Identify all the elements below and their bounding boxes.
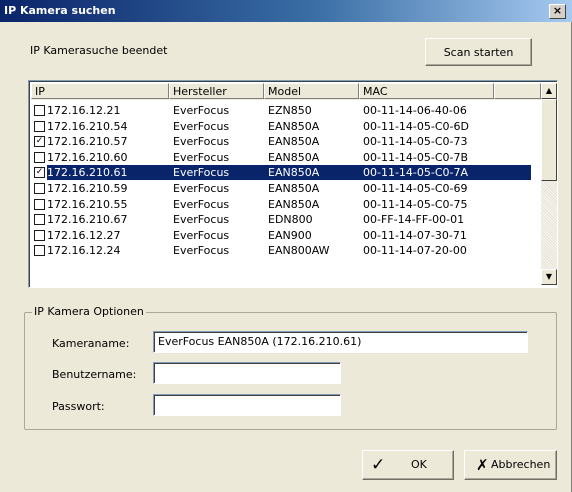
column-header-spacer xyxy=(494,83,541,99)
camera-name-label: Kameraname: xyxy=(52,337,130,350)
cell-vendor: EverFocus xyxy=(173,228,230,242)
close-button[interactable]: × xyxy=(549,4,566,19)
checkbox-check-icon: ✓ xyxy=(35,136,44,147)
cell-model: EDN800 xyxy=(268,213,313,227)
cell-mac: 00-FF-14-FF-00-01 xyxy=(363,213,465,227)
arrow-down-icon: ▼ xyxy=(545,272,553,281)
scroll-down-button[interactable]: ▼ xyxy=(541,269,557,285)
column-header-model[interactable]: Model xyxy=(264,83,359,99)
cell-vendor: EverFocus xyxy=(173,135,230,149)
cell-mac: 00-11-14-07-30-71 xyxy=(363,228,467,242)
cell-ip: 172.16.210.57 xyxy=(47,135,128,149)
cell-mac: 00-11-14-05-C0-75 xyxy=(363,197,468,211)
cell-model: EAN850A xyxy=(268,150,320,164)
cell-vendor: EverFocus xyxy=(173,197,230,211)
scroll-up-button[interactable]: ▲ xyxy=(541,83,557,99)
cell-mac: 00-11-14-05-C0-7B xyxy=(363,150,469,164)
table-row[interactable]: 172.16.12.27 EverFocus EAN900 00-11-14-07-3… xyxy=(31,228,541,243)
row-checkbox[interactable] xyxy=(34,214,45,226)
cell-model: EAN850A xyxy=(268,135,320,149)
checkbox-check-icon: ✓ xyxy=(35,167,44,178)
cell-model: EAN800AW xyxy=(268,244,330,258)
cell-vendor: EverFocus xyxy=(173,104,230,117)
cell-ip: 172.16.210.55 xyxy=(47,197,128,211)
row-checkbox[interactable]: ✓ xyxy=(34,167,45,179)
cell-model: EAN850A xyxy=(268,197,320,211)
table-row[interactable]: ✓ 172.16.210.57 EverFocus EAN850A 00-11-14-0… xyxy=(31,134,541,149)
cell-model: EAN850A xyxy=(268,166,320,180)
row-checkbox[interactable]: ✓ xyxy=(34,136,45,148)
ok-button-label: OK xyxy=(411,458,427,471)
camera-options-label: IP Kamera Optionen xyxy=(32,305,146,318)
row-checkbox[interactable] xyxy=(34,198,45,210)
table-row[interactable]: 172.16.210.55 EverFocus EAN850A 00-11-14-05… xyxy=(31,197,541,212)
cell-ip: 172.16.12.27 xyxy=(47,228,121,242)
cell-ip: 172.16.210.67 xyxy=(47,213,128,227)
x-icon: ✗ xyxy=(476,456,489,474)
cell-mac: 00-11-14-07-20-00 xyxy=(363,244,467,258)
cell-ip: 172.16.12.24 xyxy=(47,244,121,258)
cell-model: EZN850 xyxy=(268,104,312,117)
dialog-window: IP Kamera suchen × IP Kamerasuche beende… xyxy=(0,0,572,492)
cell-mac: 00-11-14-06-40-06 xyxy=(363,104,467,117)
cell-mac: 00-11-14-05-C0-7A xyxy=(363,166,469,180)
table-row[interactable]: 172.16.210.60 EverFocus EAN850A 00-11-14-05… xyxy=(31,150,541,165)
row-checkbox[interactable] xyxy=(34,105,45,116)
cell-vendor: EverFocus xyxy=(173,182,230,195)
table-row[interactable]: 172.16.12.21 EverFocus EZN850 00-11-14-06-4… xyxy=(31,103,541,118)
cell-model: EAN850A xyxy=(268,119,320,133)
cell-mac: 00-11-14-05-C0-6D xyxy=(363,119,469,133)
cell-ip: 172.16.210.60 xyxy=(47,150,128,164)
password-label: Passwort: xyxy=(52,400,105,413)
table-row[interactable]: 172.16.12.24 EverFocus EAN800AW 00-11-14-07… xyxy=(31,243,541,258)
row-checkbox[interactable] xyxy=(34,229,45,241)
cell-mac: 00-11-14-05-C0-69 xyxy=(363,182,468,195)
cell-vendor: EverFocus xyxy=(173,244,230,258)
table-row[interactable]: 172.16.210.59 EverFocus EAN850A 00-11-14-05… xyxy=(31,181,541,196)
close-icon: × xyxy=(552,4,563,17)
cell-ip: 172.16.210.54 xyxy=(47,119,128,133)
title-bar[interactable]: IP Kamera suchen × xyxy=(0,0,572,22)
scroll-thumb[interactable] xyxy=(541,99,557,181)
cell-vendor: EverFocus xyxy=(173,213,230,227)
table-row[interactable]: 172.16.210.67 EverFocus EDN800 00-FF-14-FF-… xyxy=(31,212,541,227)
arrow-up-icon: ▲ xyxy=(545,86,553,95)
check-icon: ✓ xyxy=(371,455,386,475)
column-header-vendor[interactable]: Hersteller xyxy=(169,83,264,99)
list-header: IP Hersteller Model MAC xyxy=(31,83,541,100)
cell-vendor: EverFocus xyxy=(173,150,230,164)
row-checkbox[interactable] xyxy=(34,120,45,132)
cancel-button-label: Abbrechen xyxy=(491,458,551,471)
cell-vendor: EverFocus xyxy=(173,119,230,133)
ok-button[interactable]: ✓ OK xyxy=(362,450,454,480)
scan-start-button[interactable]: Scan starten xyxy=(425,38,532,66)
cell-model: EAN900 xyxy=(268,228,312,242)
status-text: IP Kamerasuche beendet xyxy=(30,44,168,57)
camera-name-input[interactable]: EverFocus EAN850A (172.16.210.61) xyxy=(153,331,528,353)
cell-model: EAN850A xyxy=(268,182,320,195)
list-scrollbar[interactable]: ▲ ▼ xyxy=(541,83,557,285)
column-header-ip[interactable]: IP xyxy=(31,83,169,99)
cell-mac: 00-11-14-05-C0-73 xyxy=(363,135,468,149)
table-row[interactable]: ✓ 172.16.210.61 EverFocus EAN850A 00-11-14-0… xyxy=(31,165,541,181)
row-checkbox[interactable] xyxy=(34,245,45,257)
row-checkbox[interactable] xyxy=(34,183,45,194)
username-label: Benutzername: xyxy=(52,368,137,381)
column-header-mac[interactable]: MAC xyxy=(359,83,494,99)
camera-list[interactable]: IP Hersteller Model MAC 172.16.12.21 Ever… xyxy=(28,80,558,288)
cell-vendor: EverFocus xyxy=(173,166,230,180)
cell-ip: 172.16.12.21 xyxy=(47,104,121,117)
cancel-button[interactable]: ✗ Abbrechen xyxy=(464,450,557,480)
password-input[interactable] xyxy=(153,394,341,416)
username-input[interactable] xyxy=(153,362,341,384)
cell-ip: 172.16.210.59 xyxy=(47,182,128,195)
row-checkbox[interactable] xyxy=(34,151,45,163)
cell-ip: 172.16.210.61 xyxy=(47,166,128,180)
window-title: IP Kamera suchen xyxy=(4,4,116,17)
table-row[interactable]: 172.16.210.54 EverFocus EAN850A 00-11-14-05… xyxy=(31,119,541,134)
